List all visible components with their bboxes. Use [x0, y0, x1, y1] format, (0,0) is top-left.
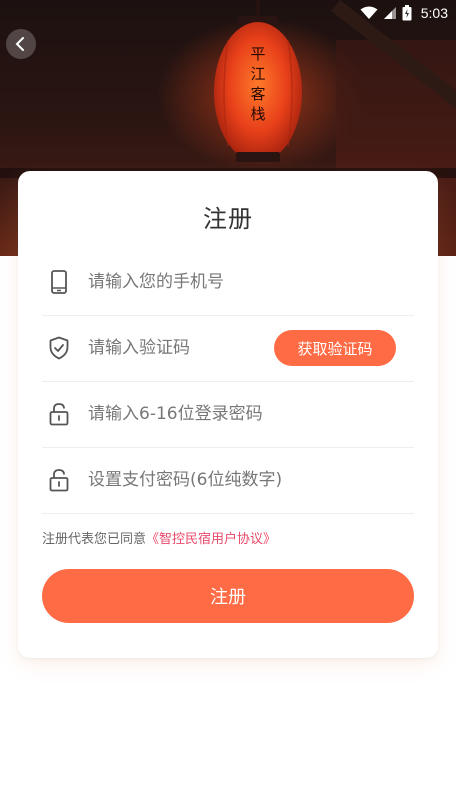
password-input[interactable]: [88, 404, 414, 424]
phone-row: [42, 249, 414, 316]
lantern-text: 平江客栈: [250, 45, 266, 123]
password-row: [42, 381, 414, 448]
code-input[interactable]: [88, 338, 274, 358]
pay-password-row: [42, 447, 414, 514]
agreement-link[interactable]: 《智控民宿用户协议》: [146, 532, 276, 547]
agreement-prefix: 注册代表您已同意: [42, 532, 147, 547]
lock-icon: [48, 401, 70, 427]
signal-icon: [383, 7, 396, 19]
chevron-left-icon: [15, 37, 24, 51]
back-button[interactable]: [6, 29, 36, 59]
lock-icon: [48, 467, 70, 493]
phone-input[interactable]: [88, 272, 414, 292]
register-card: 注册 获取验证码: [18, 171, 438, 658]
agreement-text: 注册代表您已同意《智控民宿用户协议》: [42, 528, 276, 547]
code-row: 获取验证码: [42, 315, 414, 382]
status-time: 5:03: [420, 5, 448, 21]
status-bar: 5:03: [0, 0, 456, 26]
shield-check-icon: [48, 335, 70, 361]
page-title: 注册: [203, 205, 253, 233]
battery-icon: [402, 5, 412, 21]
phone-icon: [48, 269, 70, 295]
register-button[interactable]: 注册: [42, 569, 414, 623]
wifi-icon: [360, 6, 378, 19]
pay-password-input[interactable]: [88, 470, 414, 490]
get-code-button[interactable]: 获取验证码: [274, 330, 396, 366]
